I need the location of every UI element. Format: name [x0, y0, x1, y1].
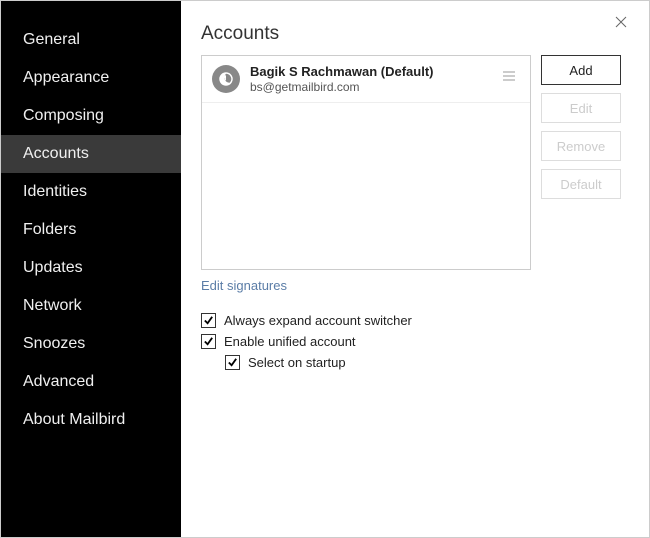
account-email: bs@getmailbird.com — [250, 80, 498, 94]
checkbox-icon — [225, 355, 240, 370]
sidebar-item-identities[interactable]: Identities — [1, 173, 181, 211]
accounts-list: Bagik S Rachmawan (Default) bs@getmailbi… — [201, 55, 531, 270]
main-panel: Accounts Bagik S Rachmawan (Default) bs@… — [181, 1, 649, 537]
checkbox-label: Enable unified account — [224, 334, 356, 349]
sidebar-item-advanced[interactable]: Advanced — [1, 363, 181, 401]
sidebar-item-accounts[interactable]: Accounts — [1, 135, 181, 173]
sidebar-item-general[interactable]: General — [1, 21, 181, 59]
checkbox-select-startup[interactable]: Select on startup — [225, 355, 623, 370]
close-icon — [615, 16, 627, 28]
checkbox-expand-switcher[interactable]: Always expand account switcher — [201, 313, 623, 328]
add-button[interactable]: Add — [541, 55, 621, 85]
sidebar-item-folders[interactable]: Folders — [1, 211, 181, 249]
checkbox-icon — [201, 313, 216, 328]
edit-signatures-link[interactable]: Edit signatures — [201, 278, 287, 293]
checkbox-label: Always expand account switcher — [224, 313, 412, 328]
checkbox-group: Always expand account switcher Enable un… — [201, 313, 623, 370]
close-button[interactable] — [615, 15, 631, 31]
remove-button[interactable]: Remove — [541, 131, 621, 161]
sidebar-item-network[interactable]: Network — [1, 287, 181, 325]
sidebar-item-updates[interactable]: Updates — [1, 249, 181, 287]
default-button[interactable]: Default — [541, 169, 621, 199]
account-name: Bagik S Rachmawan (Default) — [250, 64, 498, 80]
sidebar-item-about[interactable]: About Mailbird — [1, 401, 181, 439]
account-buttons: Add Edit Remove Default — [541, 55, 621, 270]
sidebar-item-snoozes[interactable]: Snoozes — [1, 325, 181, 363]
edit-button[interactable]: Edit — [541, 93, 621, 123]
page-title: Accounts — [201, 23, 623, 45]
account-row[interactable]: Bagik S Rachmawan (Default) bs@getmailbi… — [202, 56, 530, 103]
checkbox-unified-account[interactable]: Enable unified account — [201, 334, 623, 349]
drag-handle-icon[interactable] — [498, 69, 520, 88]
checkbox-label: Select on startup — [248, 355, 346, 370]
sidebar: General Appearance Composing Accounts Id… — [1, 1, 181, 537]
account-info: Bagik S Rachmawan (Default) bs@getmailbi… — [250, 64, 498, 94]
checkbox-icon — [201, 334, 216, 349]
sidebar-item-composing[interactable]: Composing — [1, 97, 181, 135]
sidebar-item-appearance[interactable]: Appearance — [1, 59, 181, 97]
account-avatar-icon — [212, 65, 240, 93]
